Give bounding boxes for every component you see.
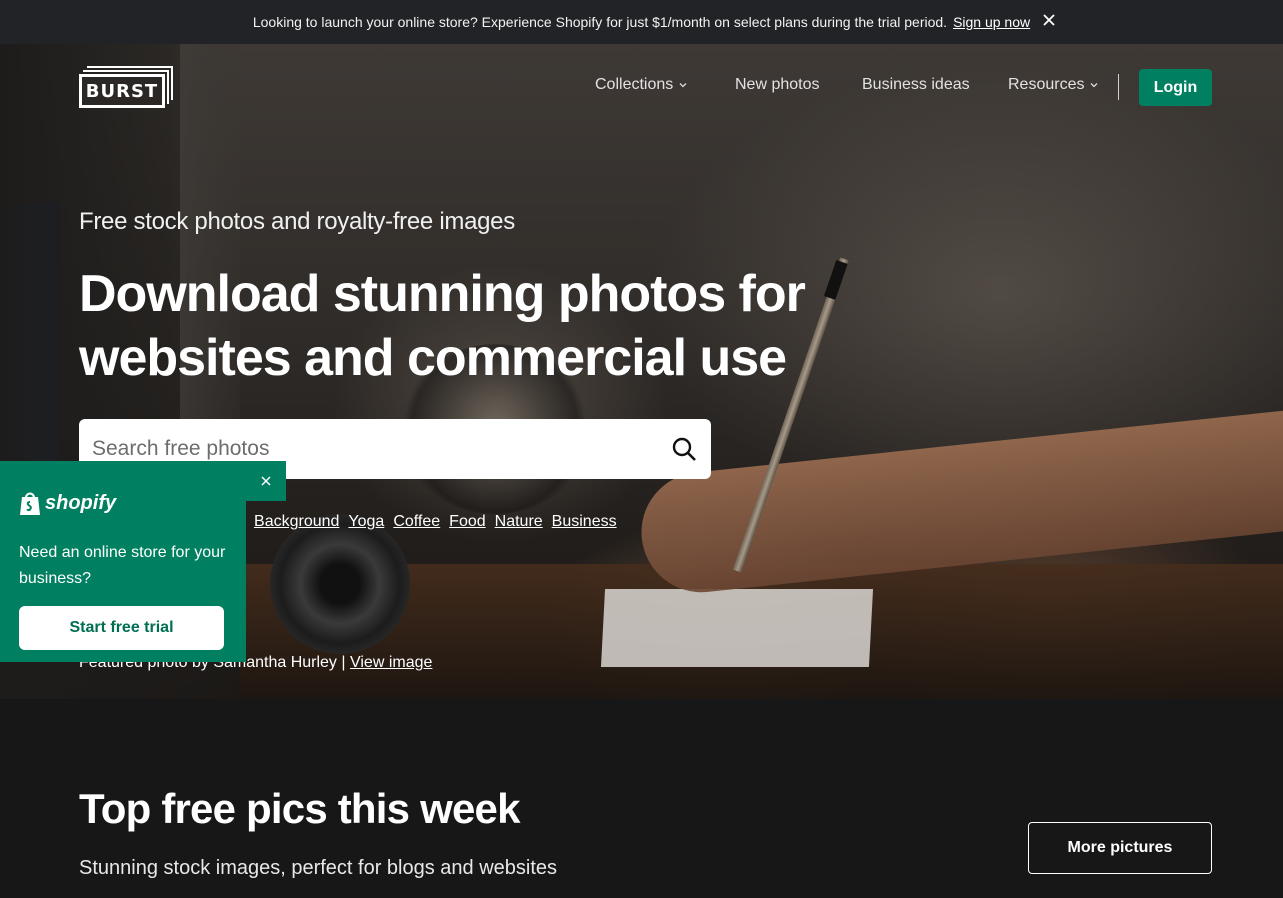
chevron-down-icon <box>679 83 687 88</box>
start-free-trial-button[interactable]: Start free trial <box>19 606 224 650</box>
hero-headline: Download stunning photos for websites an… <box>79 265 806 387</box>
top-nav: BURST Collections New photos Business id… <box>0 44 1283 132</box>
sign-up-link[interactable]: Sign up now <box>953 14 1030 30</box>
shopping-bag-icon <box>20 492 40 515</box>
section-subtitle: Stunning stock images, perfect for blogs… <box>79 857 558 879</box>
tag-link[interactable]: Yoga <box>348 513 384 531</box>
announcement-text: Looking to launch your online store? Exp… <box>252 14 948 30</box>
login-button[interactable]: Login <box>1139 69 1212 106</box>
section-title: Top free pics this week <box>79 785 520 832</box>
more-pictures-button[interactable]: More pictures <box>1028 822 1212 874</box>
view-image-link[interactable]: View image <box>350 654 432 671</box>
chevron-down-icon <box>1091 83 1098 88</box>
close-icon <box>261 476 271 486</box>
tag-link[interactable]: Business <box>552 513 617 531</box>
close-icon[interactable] <box>1040 11 1058 29</box>
popup-message: Need an online store for your business? <box>19 544 226 587</box>
nav-new-photos[interactable]: New photos <box>735 76 820 94</box>
shopify-logo: shopify <box>19 490 116 516</box>
shopify-popup: shopify Need an online store for your bu… <box>0 461 286 662</box>
burst-logo[interactable]: BURST <box>79 66 173 110</box>
logo-text: BURST <box>79 74 165 108</box>
tag-link[interactable]: Food <box>449 513 485 531</box>
tag-link[interactable]: Nature <box>495 513 543 531</box>
nav-business-ideas[interactable]: Business ideas <box>862 76 970 94</box>
popup-close-button[interactable] <box>246 461 286 501</box>
search-input[interactable] <box>92 437 652 461</box>
popup-panel: shopify Need an online store for your bu… <box>0 461 246 662</box>
search-icon[interactable] <box>671 436 697 462</box>
nav-divider <box>1118 74 1119 100</box>
nav-collections[interactable]: Collections <box>595 76 687 94</box>
hero-subtitle: Free stock photos and royalty-free image… <box>79 208 515 235</box>
announcement-bar: Looking to launch your online store? Exp… <box>0 0 1283 44</box>
tag-link[interactable]: Coffee <box>393 513 440 531</box>
nav-resources[interactable]: Resources <box>1008 76 1098 94</box>
